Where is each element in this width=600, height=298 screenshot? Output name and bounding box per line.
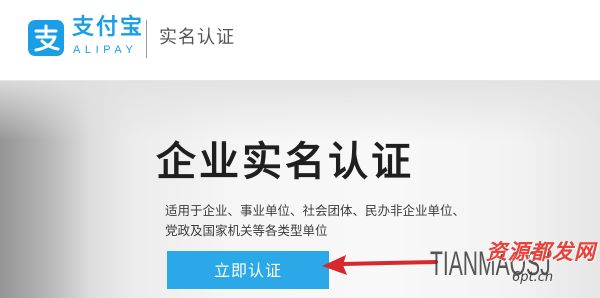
- brand-name[interactable]: 支付宝: [72, 15, 144, 41]
- page-title: 实名认证: [159, 27, 235, 48]
- brand-subtitle: ALIPAY: [73, 44, 138, 56]
- verify-now-button[interactable]: 立即认证: [167, 251, 329, 289]
- banner-description: 适用于企业、事业单位、社会团体、民办非企业单位、 党政及国家机关等各类型单位: [165, 201, 505, 241]
- red-arrow-left-icon: [322, 255, 438, 275]
- banner-haze: [0, 81, 600, 141]
- watermark-url: 6pt.cn: [512, 270, 554, 285]
- banner-title: 企业实名认证: [156, 139, 414, 185]
- header-divider: [146, 20, 147, 58]
- top-header: 支付宝 ALIPAY 实名认证: [0, 0, 600, 81]
- watermark-chinese: 资源都发网: [486, 240, 596, 264]
- alipay-logo-icon[interactable]: [28, 20, 64, 56]
- description-line: 党政及国家机关等各类型单位: [165, 223, 328, 238]
- description-line: 适用于企业、事业单位、社会团体、民办非企业单位、: [165, 203, 466, 218]
